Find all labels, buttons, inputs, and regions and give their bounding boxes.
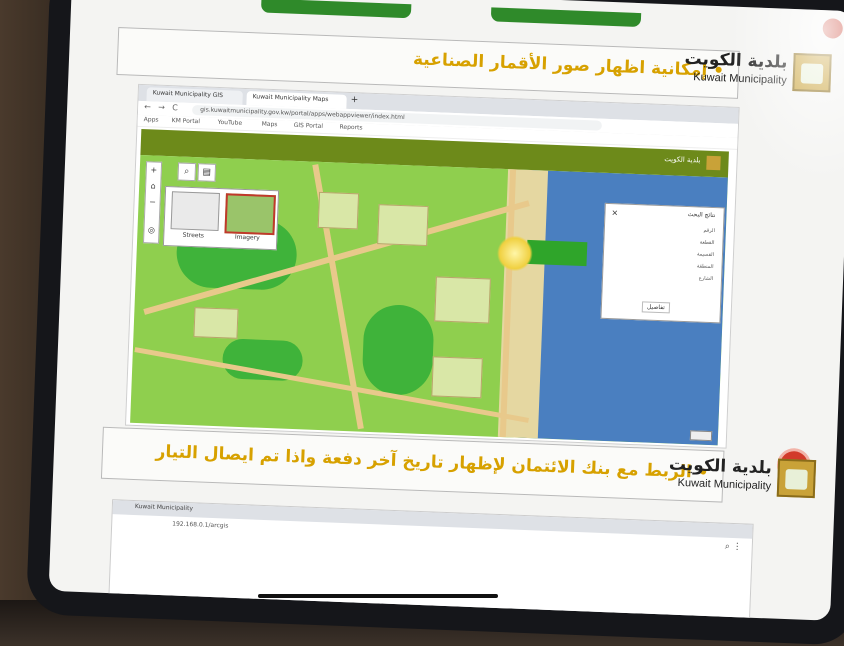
slide-top-tab xyxy=(260,0,412,19)
bookmark-item[interactable]: Apps xyxy=(144,116,159,124)
bookmark-item[interactable]: Maps xyxy=(262,121,278,129)
brand-english: Kuwait Municipality xyxy=(677,476,772,493)
park-area xyxy=(361,303,435,397)
home-icon[interactable]: ⌂ xyxy=(147,180,159,192)
municipality-logo-icon xyxy=(776,458,817,499)
new-tab-button[interactable]: + xyxy=(350,95,358,105)
parcel-block xyxy=(434,276,491,324)
popup-row: الشارع xyxy=(698,275,714,283)
browser-controls[interactable]: ⌕ ⋮ xyxy=(725,542,742,553)
tablet-screen: • إمكانية اظهار صور الأقمار الصناعية بلد… xyxy=(48,0,844,621)
layers-icon[interactable]: ▤ xyxy=(197,163,217,182)
bookmark-item[interactable]: GIS Portal xyxy=(293,122,323,130)
forward-icon[interactable]: → xyxy=(158,103,165,112)
parcel-block xyxy=(193,307,239,339)
bookmark-item[interactable]: Reports xyxy=(339,124,362,132)
url-field[interactable]: 192.168.0.1/arcgis xyxy=(172,520,228,529)
zoom-in-button[interactable]: + xyxy=(148,164,160,176)
map-app-title: بلدية الكويت xyxy=(664,155,701,165)
brand-arabic: بلدية الكويت xyxy=(668,454,773,479)
basemap-imagery-thumb[interactable] xyxy=(224,193,276,236)
popup-row: القطعة xyxy=(699,239,715,247)
heading-label: الربط مع بنك الائتمان لإظهار تاريخ آخر د… xyxy=(155,441,693,483)
back-icon[interactable]: ← xyxy=(144,102,151,111)
browser-tab[interactable]: Kuwait Municipality xyxy=(135,503,193,512)
zoom-out-button[interactable]: − xyxy=(146,196,158,208)
parcel-block xyxy=(377,204,429,247)
basemap-gallery: Streets Imagery xyxy=(162,185,280,251)
details-button[interactable]: تفاصيل xyxy=(641,301,671,314)
popup-row: الرقم xyxy=(703,227,715,235)
popup-row: القسيمة xyxy=(696,251,715,259)
heading-label: إمكانية اظهار صور الأقمار الصناعية xyxy=(412,49,708,81)
bookmark-item[interactable]: KM Portal xyxy=(172,117,201,125)
bookmark-item[interactable]: YouTube xyxy=(218,119,243,127)
embedded-browser: Kuwait Municipality GIS Kuwait Municipal… xyxy=(124,83,740,449)
close-icon[interactable]: × xyxy=(611,208,618,217)
parcel-block xyxy=(431,356,483,399)
popup-title: نتائج البحث xyxy=(687,211,716,220)
selected-parcel xyxy=(526,239,588,267)
popup-row: المنطقة xyxy=(696,263,714,271)
map-scale xyxy=(689,430,713,442)
browser-tabstrip: Kuwait Municipality xyxy=(112,500,753,539)
brand-block: بلدية الكويت Kuwait Municipality xyxy=(648,452,820,508)
parcel-block xyxy=(317,191,360,230)
locate-icon[interactable]: ◎ xyxy=(145,224,157,236)
basemap-streets-thumb[interactable] xyxy=(170,191,220,232)
home-indicator xyxy=(258,594,498,598)
map-toolbar: + ⌂ − ◎ xyxy=(142,161,163,244)
slide-top-tab xyxy=(490,7,642,28)
basemap-label: Imagery xyxy=(234,233,260,242)
search-icon[interactable]: ⌕ xyxy=(177,162,197,182)
reload-icon[interactable]: C xyxy=(172,103,178,112)
screen-glare xyxy=(705,5,844,212)
feature-info-popup: × نتائج البحث الرقم القطعة القسيمة المنط… xyxy=(600,202,725,324)
slide-heading-text: • الربط مع بنك الائتمان لإظهار تاريخ آخر… xyxy=(155,442,709,483)
basemap-label: Streets xyxy=(182,231,205,240)
